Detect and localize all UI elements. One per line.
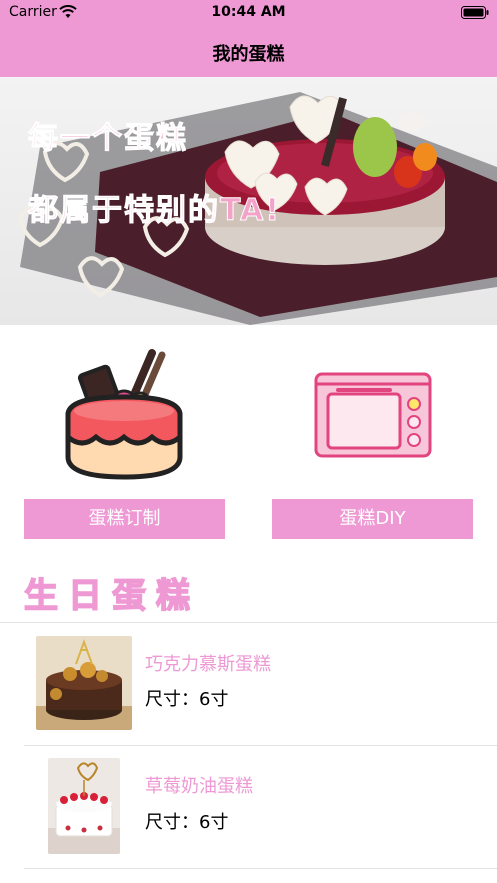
- section-title: 生日蛋糕: [23, 575, 200, 617]
- cake-custom-button[interactable]: 蛋糕订制: [24, 499, 225, 539]
- product-name: 草莓奶油蛋糕: [145, 776, 253, 797]
- banner-slogan-line1: 每一个蛋糕: [28, 121, 188, 157]
- chocolate-cake-photo: [36, 636, 132, 730]
- banner[interactable]: 每一个蛋糕 都属于特别的TA!: [0, 77, 497, 325]
- battery-icon: [461, 6, 489, 19]
- status-bar: Carrier 10:44 AM: [0, 0, 497, 26]
- product-name: 巧克力慕斯蛋糕: [145, 654, 271, 675]
- product-size: 尺寸：6寸: [145, 812, 229, 833]
- navigation-bar: 我的蛋糕: [0, 26, 497, 77]
- page-title: 我的蛋糕: [212, 44, 285, 65]
- oven-icon[interactable]: [314, 372, 432, 458]
- cake-diy-button[interactable]: 蛋糕DIY: [272, 499, 473, 539]
- strawberry-cake-photo: [48, 758, 120, 854]
- product-size: 尺寸：6寸: [145, 689, 229, 710]
- cake-icon[interactable]: [62, 345, 187, 485]
- clock: 10:44 AM: [211, 4, 286, 20]
- banner-slogan-line2: 都属于特别的TA!: [27, 193, 282, 229]
- list-item[interactable]: 草莓奶油蛋糕 尺寸：6寸: [0, 746, 497, 868]
- divider: [24, 868, 497, 869]
- list-item[interactable]: 巧克力慕斯蛋糕 尺寸：6寸: [0, 623, 497, 745]
